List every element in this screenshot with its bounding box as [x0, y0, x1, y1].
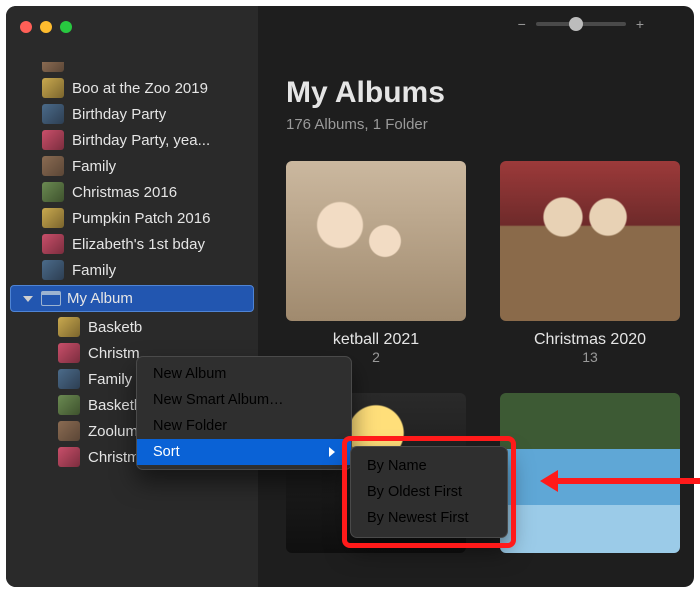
menu-item-label: Sort — [153, 444, 180, 460]
sidebar-folder-label: My Album — [67, 290, 133, 307]
sidebar-item[interactable]: Christmas 2016 — [6, 179, 258, 205]
album-thumbnail-icon — [58, 447, 80, 467]
album-thumbnail-icon — [58, 343, 80, 363]
sidebar-item-label: Basketb — [88, 319, 142, 336]
album-thumbnail-icon — [58, 317, 80, 337]
sidebar-item-label: Birthday Party — [72, 106, 166, 123]
sidebar-item[interactable]: Boo at the Zoo 2019 — [6, 75, 258, 101]
menu-item-label: By Newest First — [367, 510, 469, 526]
menu-item-new-album[interactable]: New Album — [137, 361, 351, 387]
minimize-icon[interactable] — [40, 21, 52, 33]
menu-item-label: New Album — [153, 366, 226, 382]
zoom-out-icon[interactable]: − — [518, 16, 526, 32]
titlebar: − + — [6, 6, 694, 48]
menu-item-label: By Name — [367, 458, 427, 474]
sidebar-item[interactable]: Family — [6, 153, 258, 179]
album-card[interactable]: ketball 2021 2 — [286, 161, 466, 365]
album-thumbnail-icon — [58, 421, 80, 441]
sidebar-item-label: Christmas 2016 — [72, 184, 177, 201]
menu-item-sort[interactable]: Sort — [137, 439, 351, 465]
album-thumbnail-icon — [42, 208, 64, 228]
sidebar-folder-selected[interactable]: My Album — [10, 285, 254, 312]
sidebar-item-label: Boo at the Zoo 2019 — [72, 80, 208, 97]
context-menu: New Album New Smart Album… New Folder So… — [136, 356, 352, 470]
menu-item-sort-by-name[interactable]: By Name — [351, 453, 507, 479]
sidebar-item-label: Elizabeth's 1st bday — [72, 236, 205, 253]
thumbnail-size-slider: − + — [518, 16, 644, 32]
album-thumbnail-icon — [58, 395, 80, 415]
album-artwork — [500, 393, 680, 553]
zoom-icon[interactable] — [60, 21, 72, 33]
menu-item-sort-by-oldest[interactable]: By Oldest First — [351, 479, 507, 505]
album-thumbnail-icon — [42, 78, 64, 98]
zoom-slider-thumb[interactable] — [569, 17, 583, 31]
album-name: Christmas 2020 — [500, 331, 680, 349]
album-artwork — [500, 161, 680, 321]
zoom-in-icon[interactable]: + — [636, 16, 644, 32]
sidebar-item-label: Family — [72, 262, 116, 279]
zoom-slider[interactable] — [536, 22, 626, 26]
page-subtitle: 176 Albums, 1 Folder — [286, 116, 666, 133]
sidebar-item[interactable] — [6, 62, 258, 75]
sidebar-item-label: Birthday Party, yea... — [72, 132, 210, 149]
menu-item-sort-by-newest[interactable]: By Newest First — [351, 505, 507, 531]
folder-icon — [41, 291, 61, 306]
sort-submenu: By Name By Oldest First By Newest First — [350, 446, 508, 538]
menu-item-new-folder[interactable]: New Folder — [137, 413, 351, 439]
sidebar-item[interactable]: Birthday Party, yea... — [6, 127, 258, 153]
album-card[interactable]: Christmas 2020 13 — [500, 161, 680, 365]
sidebar-item-label: Family — [72, 158, 116, 175]
album-name: ketball 2021 — [286, 331, 466, 349]
sidebar-item[interactable]: Birthday Party — [6, 101, 258, 127]
album-thumbnail-icon — [42, 234, 64, 254]
sidebar-item[interactable]: Basketb — [6, 314, 258, 340]
chevron-right-icon — [329, 447, 335, 457]
album-thumbnail-icon — [42, 260, 64, 280]
album-thumbnail-icon — [42, 182, 64, 202]
page-title: My Albums — [286, 76, 666, 110]
sidebar-item[interactable]: Pumpkin Patch 2016 — [6, 205, 258, 231]
menu-item-label: New Smart Album… — [153, 392, 284, 408]
menu-item-label: New Folder — [153, 418, 227, 434]
album-thumbnail-icon — [42, 156, 64, 176]
sidebar-item-label: Pumpkin Patch 2016 — [72, 210, 210, 227]
close-icon[interactable] — [20, 21, 32, 33]
album-card[interactable] — [500, 393, 680, 553]
menu-item-new-smart-album[interactable]: New Smart Album… — [137, 387, 351, 413]
sidebar-item[interactable]: Family — [6, 257, 258, 283]
window-controls — [6, 21, 72, 33]
sidebar: Boo at the Zoo 2019 Birthday Party Birth… — [6, 6, 258, 587]
sidebar-item[interactable]: Elizabeth's 1st bday — [6, 231, 258, 257]
album-count: 13 — [500, 349, 680, 365]
album-thumbnail-icon — [42, 130, 64, 150]
sidebar-item-label: Christm — [88, 345, 140, 362]
album-thumbnail-icon — [42, 62, 64, 72]
chevron-down-icon[interactable] — [23, 296, 33, 302]
menu-item-label: By Oldest First — [367, 484, 462, 500]
album-thumbnail-icon — [42, 104, 64, 124]
album-artwork — [286, 161, 466, 321]
album-thumbnail-icon — [58, 369, 80, 389]
